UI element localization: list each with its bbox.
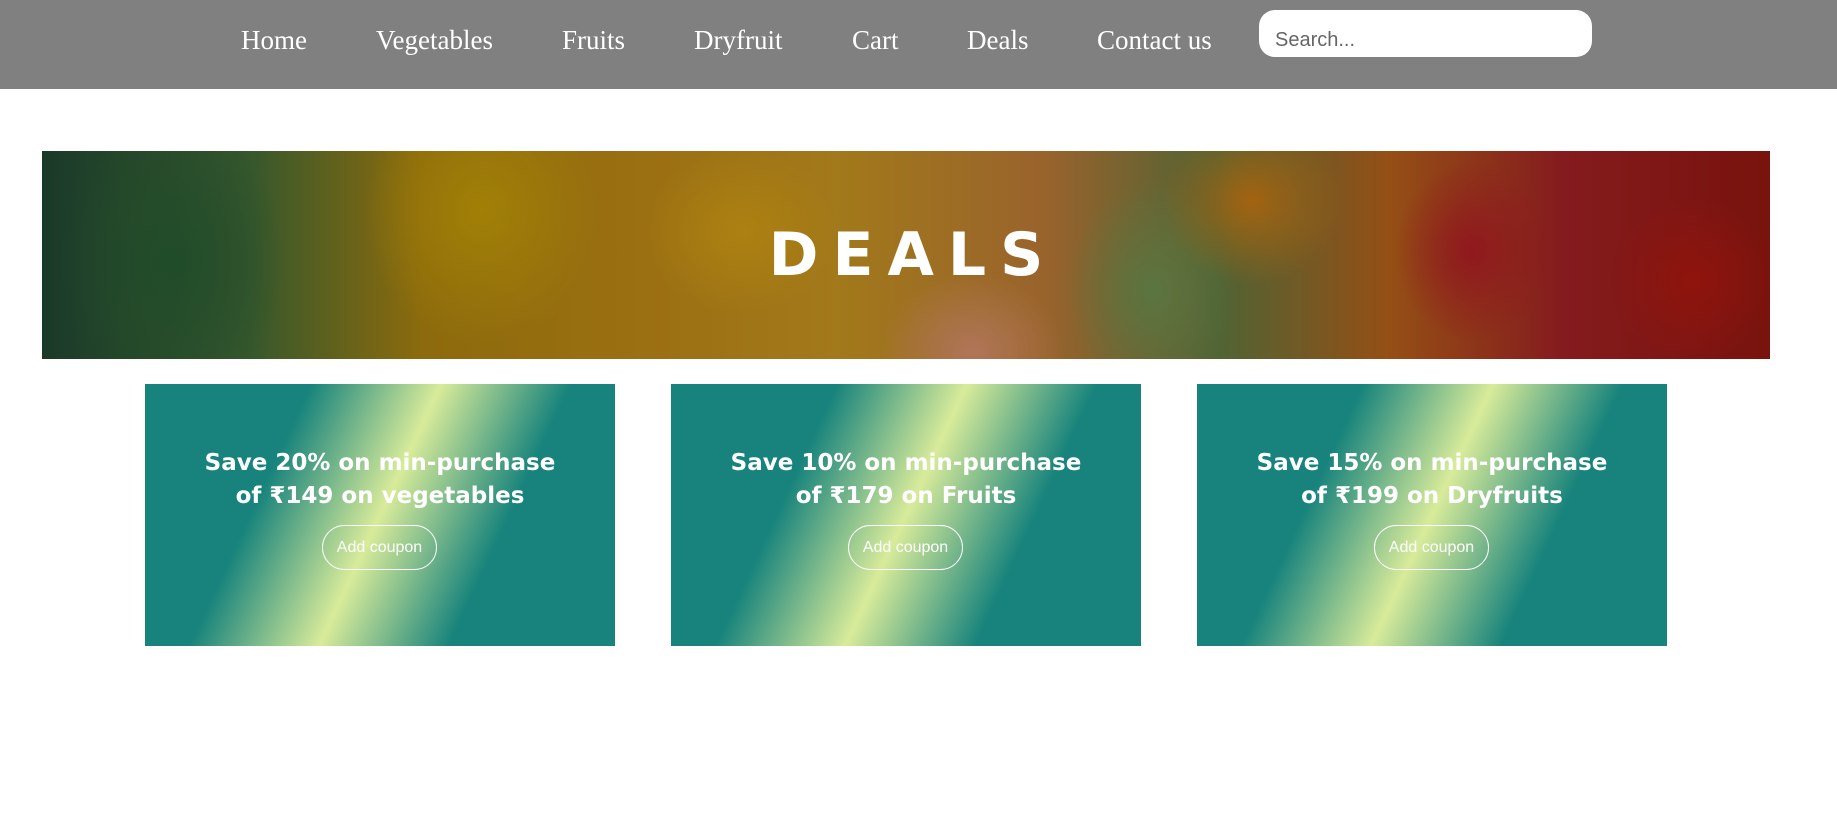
add-coupon-button[interactable]: Add coupon	[848, 525, 963, 570]
nav-dryfruit-link[interactable]: Dryfruit	[694, 22, 782, 58]
deals-hero-banner: DEALS	[42, 151, 1770, 359]
deal-text: Save 15% on min-purchase of ₹199 on Dryf…	[1197, 447, 1667, 513]
deal-line-2: of ₹179 on Fruits	[795, 483, 1017, 509]
nav-cart-link[interactable]: Cart	[852, 22, 899, 58]
nav-fruits-link[interactable]: Fruits	[562, 22, 625, 58]
top-navbar: Home Vegetables Fruits Dryfruit Cart Dea…	[0, 0, 1837, 89]
deal-card-fruits: Save 10% on min-purchase of ₹179 on Frui…	[671, 384, 1141, 646]
deal-line-2: of ₹149 on vegetables	[235, 483, 525, 509]
add-coupon-button[interactable]: Add coupon	[1374, 525, 1489, 570]
nav-contact-link[interactable]: Contact us	[1097, 22, 1212, 58]
deal-line-2: of ₹199 on Dryfruits	[1301, 483, 1563, 509]
deal-text: Save 20% on min-purchase of ₹149 on vege…	[145, 447, 615, 513]
deal-line-1: Save 10% on min-purchase	[730, 450, 1082, 476]
deal-card-dryfruits: Save 15% on min-purchase of ₹199 on Dryf…	[1197, 384, 1667, 646]
deal-text: Save 10% on min-purchase of ₹179 on Frui…	[671, 447, 1141, 513]
nav-deals-link[interactable]: Deals	[967, 22, 1028, 58]
nav-vegetables-link[interactable]: Vegetables	[376, 22, 493, 58]
deal-line-1: Save 15% on min-purchase	[1256, 450, 1608, 476]
deal-line-1: Save 20% on min-purchase	[204, 450, 556, 476]
hero-title: DEALS	[768, 220, 1058, 290]
add-coupon-button[interactable]: Add coupon	[322, 525, 437, 570]
deal-card-vegetables: Save 20% on min-purchase of ₹149 on vege…	[145, 384, 615, 646]
nav-home-link[interactable]: Home	[241, 22, 307, 58]
search-input[interactable]	[1259, 10, 1592, 57]
